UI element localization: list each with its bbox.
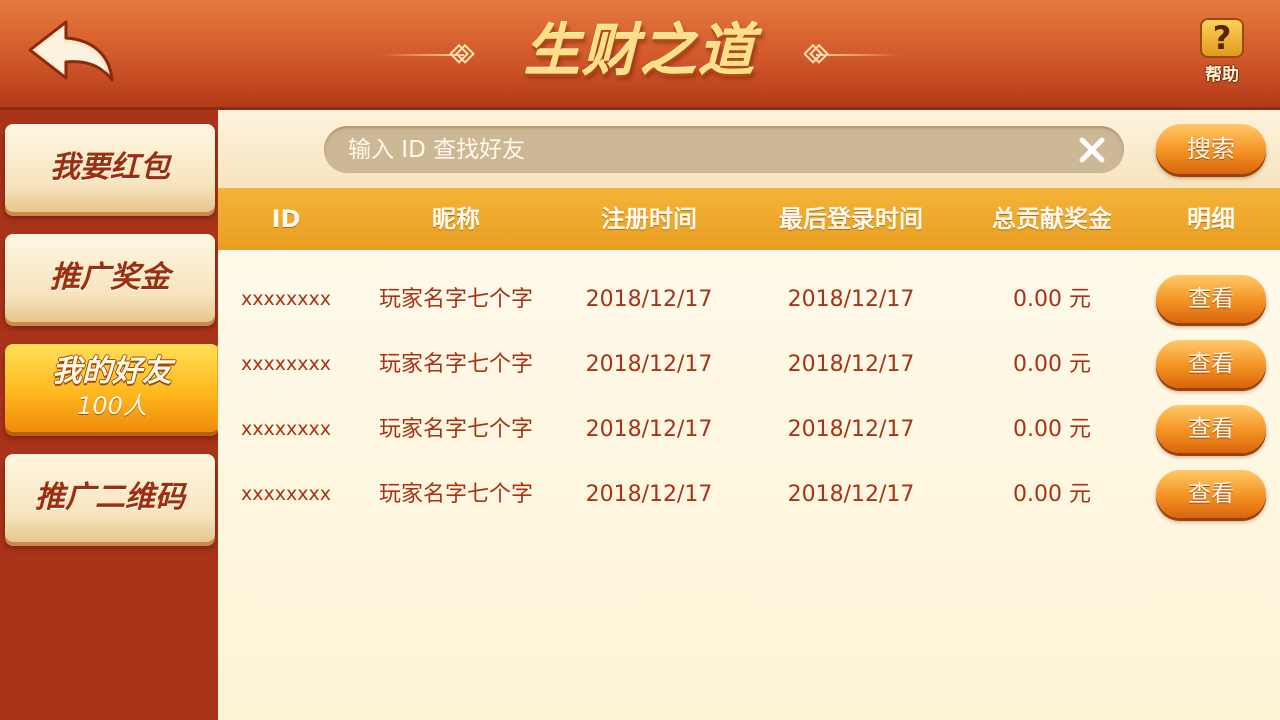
help-button[interactable]: ? 帮助 xyxy=(1194,18,1250,90)
cell-bonus: 0.00 元 xyxy=(1013,287,1091,312)
title-area: 生财之道 xyxy=(370,14,910,94)
cell-id: xxxxxxxx xyxy=(241,483,331,505)
view-detail-button[interactable]: 查看 xyxy=(1156,340,1266,388)
main-panel: 搜索 ID 昵称 注册时间 最后登录时间 总贡献奖金 明细 xxxxxxxx 玩… xyxy=(218,110,1280,720)
table-row: xxxxxxxx 玩家名字七个字 2018/12/17 2018/12/17 0… xyxy=(218,462,1280,527)
search-bar: 搜索 xyxy=(218,110,1280,188)
table-row: xxxxxxxx 玩家名字七个字 2018/12/17 2018/12/17 0… xyxy=(218,267,1280,332)
column-header-last-login: 最后登录时间 xyxy=(779,205,923,233)
sidebar-item-label: 推广奖金 xyxy=(50,260,170,295)
cell-last-login: 2018/12/17 xyxy=(787,352,915,377)
cell-nickname: 玩家名字七个字 xyxy=(378,352,533,377)
sidebar-item-promotion-bonus[interactable]: 推广奖金 xyxy=(5,234,215,322)
diamond-ornament-icon xyxy=(450,43,475,64)
column-header-bonus: 总贡献奖金 xyxy=(992,205,1112,233)
search-field xyxy=(324,126,1124,173)
cell-register-time: 2018/12/17 xyxy=(585,417,713,442)
sidebar: 我要红包 推广奖金 我的好友 100人 推广二维码 xyxy=(0,110,237,720)
header-bar: 生财之道 ? 帮助 xyxy=(0,0,1280,110)
page-title: 生财之道 xyxy=(524,19,756,84)
cell-bonus: 0.00 元 xyxy=(1013,482,1091,507)
sidebar-item-qr-code[interactable]: 推广二维码 xyxy=(5,454,215,542)
cell-id: xxxxxxxx xyxy=(241,418,331,440)
sidebar-item-red-packet[interactable]: 我要红包 xyxy=(5,124,215,212)
cell-register-time: 2018/12/17 xyxy=(585,482,713,507)
cell-nickname: 玩家名字七个字 xyxy=(378,417,533,442)
back-arrow-icon xyxy=(28,20,114,82)
help-icon: ? xyxy=(1200,18,1244,58)
sidebar-item-label: 我要红包 xyxy=(50,150,170,185)
cell-nickname: 玩家名字七个字 xyxy=(378,287,533,312)
table-header: ID 昵称 注册时间 最后登录时间 总贡献奖金 明细 xyxy=(218,188,1280,250)
table-row: xxxxxxxx 玩家名字七个字 2018/12/17 2018/12/17 0… xyxy=(218,397,1280,462)
help-label: 帮助 xyxy=(1205,65,1239,85)
cell-last-login: 2018/12/17 xyxy=(787,417,915,442)
table-row: xxxxxxxx 玩家名字七个字 2018/12/17 2018/12/17 0… xyxy=(218,332,1280,397)
cell-last-login: 2018/12/17 xyxy=(787,287,915,312)
sidebar-item-label: 我的好友 xyxy=(52,354,172,389)
cell-register-time: 2018/12/17 xyxy=(585,352,713,377)
column-header-nickname: 昵称 xyxy=(432,205,480,233)
view-detail-button[interactable]: 查看 xyxy=(1156,275,1266,323)
back-button[interactable] xyxy=(26,18,118,86)
sidebar-item-my-friends[interactable]: 我的好友 100人 xyxy=(5,344,237,432)
cell-bonus: 0.00 元 xyxy=(1013,417,1091,442)
friend-count: 100人 xyxy=(77,392,147,420)
cell-id: xxxxxxxx xyxy=(241,353,331,375)
view-detail-button[interactable]: 查看 xyxy=(1156,470,1266,518)
title-divider-right xyxy=(816,54,900,56)
search-button[interactable]: 搜索 xyxy=(1156,124,1266,174)
cell-nickname: 玩家名字七个字 xyxy=(378,482,533,507)
sidebar-item-label: 推广二维码 xyxy=(35,480,185,515)
cell-register-time: 2018/12/17 xyxy=(585,287,713,312)
search-input[interactable] xyxy=(348,126,1048,173)
column-header-id: ID xyxy=(271,205,301,233)
cell-last-login: 2018/12/17 xyxy=(787,482,915,507)
cell-bonus: 0.00 元 xyxy=(1013,352,1091,377)
column-header-detail: 明细 xyxy=(1187,205,1235,233)
cell-id: xxxxxxxx xyxy=(241,288,331,310)
close-icon[interactable] xyxy=(1078,136,1106,164)
column-header-register-time: 注册时间 xyxy=(601,205,697,233)
view-detail-button[interactable]: 查看 xyxy=(1156,405,1266,453)
